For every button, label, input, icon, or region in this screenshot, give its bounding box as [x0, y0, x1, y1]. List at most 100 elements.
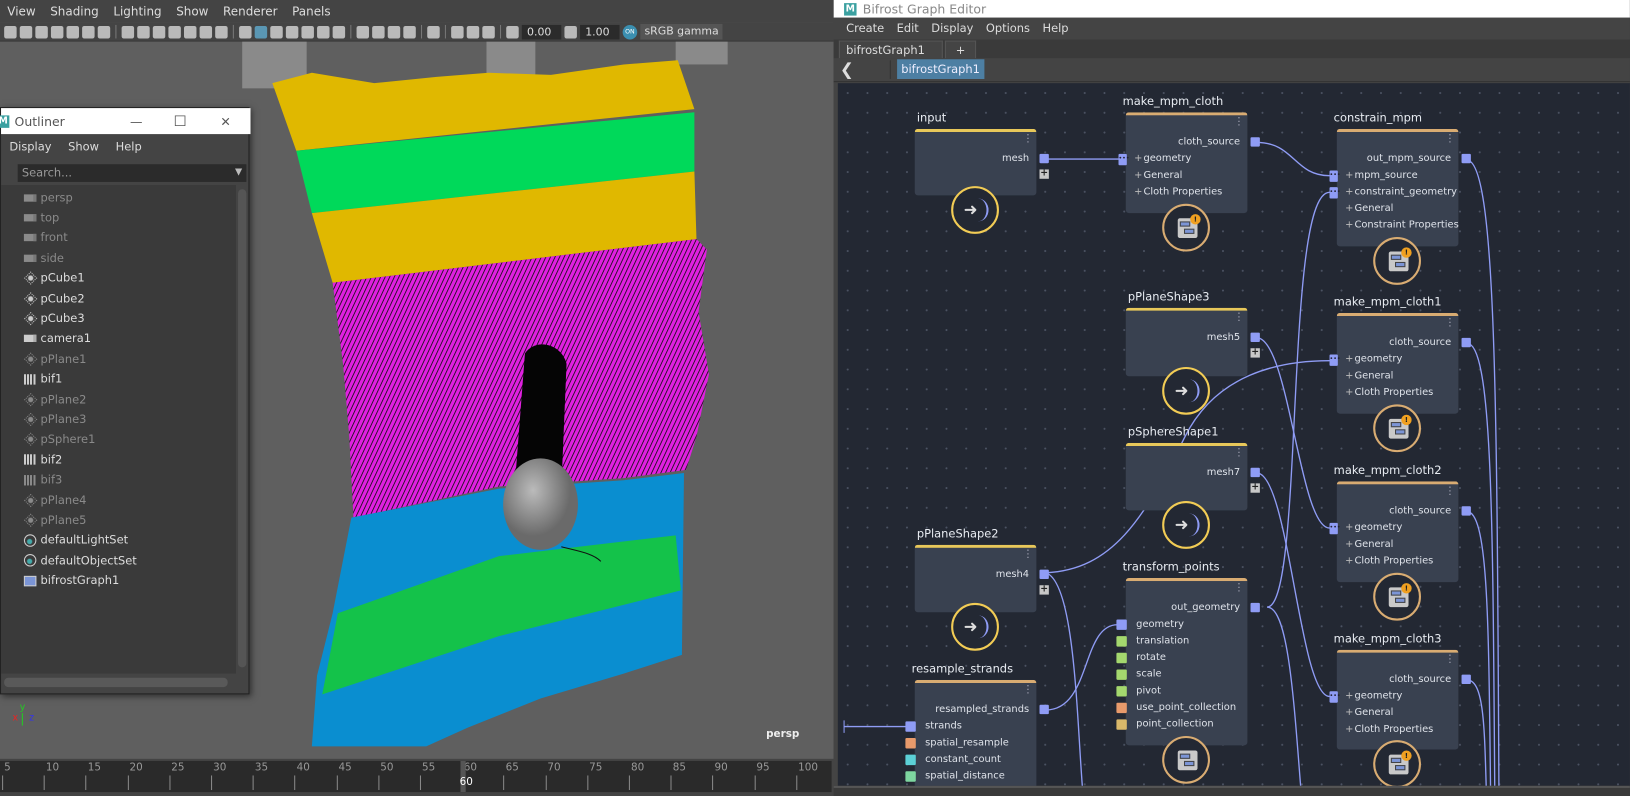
outliner-item-persp[interactable]: persp [23, 188, 73, 207]
input-port[interactable] [905, 721, 916, 732]
compound-node-icon[interactable]: ! [1373, 572, 1421, 621]
expand-plus-icon[interactable]: + [1345, 555, 1353, 567]
expand-plus-icon[interactable]: + [1345, 186, 1353, 198]
wireframe-on-shaded-icon[interactable] [285, 25, 299, 38]
exposure-field[interactable]: 0.00 [521, 24, 562, 39]
menu-panels[interactable]: Panels [285, 4, 338, 19]
outliner-item-side[interactable]: side [23, 249, 64, 268]
compound-node-icon[interactable]: ! [1162, 203, 1210, 252]
input-port[interactable] [1116, 669, 1127, 680]
outliner-item-front[interactable]: front [23, 228, 68, 247]
breadcrumb-item[interactable]: bifrostGraph1 [897, 59, 985, 80]
input-connector-port[interactable]: ••• [1118, 153, 1130, 166]
outliner-item-pplane3[interactable]: pPlane3 [24, 410, 86, 429]
output-port[interactable] [1039, 704, 1049, 715]
input-connector-port[interactable]: ••• [1329, 522, 1341, 535]
input-port[interactable] [1116, 619, 1127, 630]
input-port[interactable] [905, 771, 916, 782]
input-connector-port[interactable]: ••• [1329, 170, 1341, 182]
input-port[interactable] [1116, 702, 1127, 714]
compound-node-icon[interactable]: ! [1373, 237, 1421, 285]
xray-active-icon[interactable] [482, 25, 495, 38]
output-port[interactable] [1250, 332, 1260, 342]
outliner-item-pplane1[interactable]: pPlane1 [24, 349, 86, 368]
outliner-item-bif2[interactable]: bif2 [23, 450, 62, 469]
add-port-button[interactable]: + [1039, 585, 1049, 595]
menu-lighting[interactable]: Lighting [106, 4, 169, 19]
horizontal-scrollbar[interactable] [4, 677, 228, 688]
node-title[interactable]: input [917, 111, 946, 125]
connection-wire[interactable] [1045, 572, 1083, 786]
outliner-item-pcube3[interactable]: pCube3 [24, 309, 85, 328]
add-port-button[interactable]: + [1039, 169, 1049, 179]
node-menu-icon[interactable]: ⋮ [1234, 582, 1244, 593]
xray-joints-icon[interactable] [466, 25, 480, 38]
connection-wire[interactable] [1266, 191, 1330, 608]
outliner-item-pcube1[interactable]: pCube1 [24, 269, 85, 288]
grease-pencil-icon[interactable] [97, 25, 111, 38]
depth-of-field-icon[interactable] [403, 25, 416, 38]
input-port[interactable] [1116, 686, 1127, 697]
outliner-item-pplane5[interactable]: pPlane5 [24, 511, 86, 530]
outliner-item-defaultlightset[interactable]: defaultLightSet [23, 531, 128, 550]
output-port[interactable] [1461, 506, 1471, 516]
node-title[interactable]: make_mpm_cloth3 [1331, 632, 1442, 646]
expand-plus-icon[interactable]: + [1345, 690, 1353, 702]
outliner-menu-display[interactable]: Display [1, 140, 60, 154]
close-button[interactable]: ✕ [220, 114, 230, 129]
back-arrow-icon[interactable]: ❮ [840, 59, 854, 79]
output-port[interactable] [1461, 337, 1471, 348]
node-title[interactable]: transform_points [1120, 560, 1220, 574]
motion-blur-icon[interactable] [372, 25, 385, 38]
output-port[interactable] [1250, 137, 1260, 147]
input-port[interactable] [905, 754, 916, 766]
expand-plus-icon[interactable]: + [1134, 169, 1142, 181]
input-node-icon[interactable]: ➜ [1162, 366, 1210, 415]
outliner-item-defaultobjectset[interactable]: defaultObjectSet [23, 551, 137, 570]
add-tab-button[interactable]: + [944, 40, 977, 59]
outliner-item-pplane2[interactable]: pPlane2 [24, 390, 86, 409]
connection-wire[interactable] [1466, 342, 1496, 786]
input-connector-port[interactable]: ••• [1329, 187, 1341, 199]
default-material-icon[interactable] [270, 25, 283, 38]
use-all-lights-icon[interactable] [317, 25, 330, 38]
gamma-field[interactable]: 1.00 [580, 24, 620, 39]
output-port[interactable] [1039, 569, 1049, 580]
minimize-button[interactable]: — [130, 114, 142, 129]
outliner-item-pcube2[interactable]: pCube2 [24, 289, 85, 308]
vertical-scrollbar[interactable] [238, 189, 247, 668]
expand-plus-icon[interactable]: + [1345, 203, 1353, 215]
outliner-item-top[interactable]: top [23, 208, 59, 227]
output-port[interactable] [1250, 602, 1260, 613]
gate-mask-icon[interactable] [168, 25, 181, 38]
expand-plus-icon[interactable]: + [1345, 522, 1353, 534]
outliner-item-bif3[interactable]: bif3 [23, 470, 62, 489]
color-management-toggle[interactable]: ON [622, 24, 638, 39]
node-title[interactable]: constrain_mpm [1331, 111, 1422, 125]
menu-shading[interactable]: Shading [43, 4, 106, 19]
camera-attributes-icon[interactable] [35, 25, 48, 38]
safe-title-icon[interactable] [215, 25, 228, 38]
input-port[interactable] [1116, 719, 1127, 730]
editor-menu-display[interactable]: Display [925, 22, 980, 36]
isolate-select-icon[interactable] [427, 25, 440, 38]
xray-icon[interactable] [451, 25, 464, 38]
gamma-icon[interactable] [564, 25, 577, 38]
connection-wire[interactable] [1045, 624, 1118, 711]
output-port[interactable] [1039, 153, 1049, 164]
node-menu-icon[interactable]: ⋮ [1023, 549, 1033, 560]
expand-plus-icon[interactable]: + [1134, 153, 1142, 165]
expand-plus-icon[interactable]: + [1345, 370, 1353, 382]
node-menu-icon[interactable]: ⋮ [1023, 684, 1033, 695]
connection-wire[interactable] [1267, 606, 1302, 786]
input-connector-port[interactable]: ••• [1329, 354, 1341, 366]
outliner-item-pplane4[interactable]: pPlane4 [24, 491, 86, 510]
outliner-item-bif1[interactable]: bif1 [23, 370, 62, 389]
shadows-icon[interactable] [332, 25, 346, 38]
node-menu-icon[interactable]: ⋮ [1445, 133, 1455, 144]
editor-title-bar[interactable]: M Bifrost Graph Editor [833, 0, 1630, 18]
input-port[interactable] [1116, 636, 1127, 647]
2d-pan-zoom-icon[interactable] [82, 25, 95, 38]
editor-menu-options[interactable]: Options [980, 22, 1037, 36]
outliner-title-bar[interactable]: M Outliner — ☐ ✕ [0, 108, 251, 135]
